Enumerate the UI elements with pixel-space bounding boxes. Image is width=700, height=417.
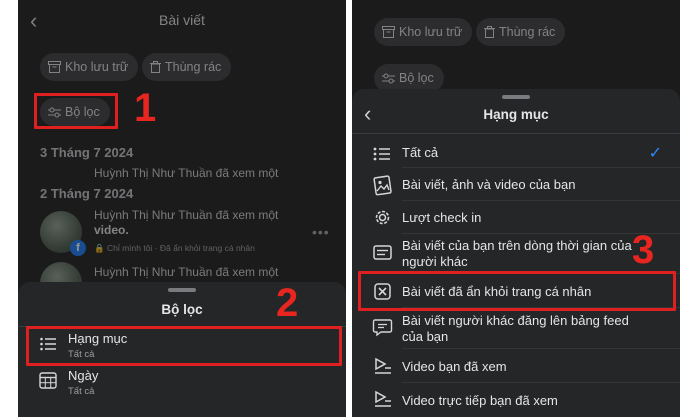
trash-button[interactable]: Thùng rác xyxy=(476,18,566,46)
post-2-line1[interactable]: Huỳnh Thị Như Thuần đã xem một xyxy=(94,208,278,223)
trash-icon xyxy=(150,61,161,73)
archive-label: Kho lưu trữ xyxy=(399,25,463,39)
more-options-icon[interactable]: ••• xyxy=(312,224,330,240)
category-item-label: Tất cả xyxy=(402,145,439,160)
sheet-handle[interactable] xyxy=(168,288,196,292)
filter-sliders-icon xyxy=(382,73,395,84)
step-number-1: 1 xyxy=(134,86,157,130)
archive-button[interactable]: Kho lưu trữ xyxy=(374,18,473,46)
lock-icon: 🔒 xyxy=(94,243,105,253)
calendar-icon xyxy=(39,372,57,389)
post-1-text[interactable]: Huỳnh Thị Như Thuần đã xem một xyxy=(94,166,278,181)
category-item-others-feed[interactable]: Bài viết người khác đăng lên bảng feed c… xyxy=(352,308,680,349)
category-item-label: Lượt check in xyxy=(402,210,482,225)
archive-icon xyxy=(382,26,395,38)
checkmark-icon: ✓ xyxy=(648,145,662,162)
checkin-gear-icon xyxy=(375,210,390,225)
header: ‹ Bài viết xyxy=(18,0,346,42)
step-number-2: 2 xyxy=(276,281,299,325)
category-item-label: Bài viết, ảnh và video của bạn xyxy=(402,177,576,192)
sheet-handle[interactable] xyxy=(502,95,530,99)
page-title: Bài viết xyxy=(159,12,205,28)
category-item-label: Bài viết của bạn trên dòng thời gian của… xyxy=(402,238,632,269)
trash-label: Thùng rác xyxy=(165,60,222,74)
video-watched-icon xyxy=(375,357,391,374)
date-heading-2: 2 Tháng 7 2024 xyxy=(40,186,134,201)
facebook-badge-icon: f xyxy=(70,240,86,256)
category-item-videos-watched[interactable]: Video bạn đã xem xyxy=(352,349,680,383)
timeline-post-icon xyxy=(373,245,392,260)
trash-icon xyxy=(484,26,495,38)
step-number-3: 3 xyxy=(632,228,655,272)
category-item-label: Video bạn đã xem xyxy=(402,359,507,374)
right-screenshot: Kho lưu trữ Thùng rác Bộ lọc ‹ Hạng mục … xyxy=(352,0,680,417)
post-2-line2[interactable]: video. xyxy=(94,223,129,238)
option-date-label: Ngày xyxy=(68,368,99,383)
highlight-box-hidden-posts xyxy=(358,271,676,311)
feed-post-icon xyxy=(372,319,393,337)
trash-label: Thùng rác xyxy=(499,25,556,39)
filter-button[interactable]: Bộ lọc xyxy=(374,64,444,92)
archive-label: Kho lưu trữ xyxy=(65,60,129,74)
archive-button[interactable]: Kho lưu trữ xyxy=(40,53,139,81)
date-heading-1: 3 Tháng 7 2024 xyxy=(40,145,134,160)
archive-icon xyxy=(48,61,61,73)
post-2-meta: 🔒 Chỉ mình tôi · Đã ẩn khỏi trang cá nhâ… xyxy=(94,243,255,254)
category-item-all[interactable]: Tất cả ✓ xyxy=(352,137,680,168)
highlight-box-category xyxy=(26,326,342,366)
trash-button[interactable]: Thùng rác xyxy=(142,53,232,81)
option-date-value: Tất cả xyxy=(68,386,95,397)
category-item-label: Bài viết người khác đăng lên bảng feed c… xyxy=(402,313,629,344)
sheet-title: Hạng mục xyxy=(483,107,549,122)
filter-label: Bộ lọc xyxy=(399,71,434,85)
list-icon xyxy=(373,147,390,161)
photo-icon xyxy=(373,175,392,196)
category-item-live-videos-watched[interactable]: Video trực tiếp bạn đã xem xyxy=(352,383,680,417)
post-2-privacy-text: Chỉ mình tôi · Đã ẩn khỏi trang cá nhân xyxy=(106,243,255,253)
category-item-label: Video trực tiếp bạn đã xem xyxy=(402,393,558,408)
left-screenshot: ‹ Bài viết Kho lưu trữ Thùng rác Bộ lọc … xyxy=(18,0,346,417)
highlight-box-filter xyxy=(34,93,118,129)
category-item-your-posts[interactable]: Bài viết, ảnh và video của bạn xyxy=(352,168,680,201)
category-item-checkins[interactable]: Lượt check in xyxy=(352,201,680,234)
divider xyxy=(352,133,680,134)
post-3-text[interactable]: Huỳnh Thị Như Thuần đã xem một xyxy=(94,265,278,280)
category-item-others-timeline[interactable]: Bài viết của bạn trên dòng thời gian của… xyxy=(352,234,680,274)
live-video-icon xyxy=(375,390,391,407)
category-sheet: ‹ Hạng mục Tất cả ✓ Bài viết, ảnh và vid… xyxy=(352,89,680,417)
